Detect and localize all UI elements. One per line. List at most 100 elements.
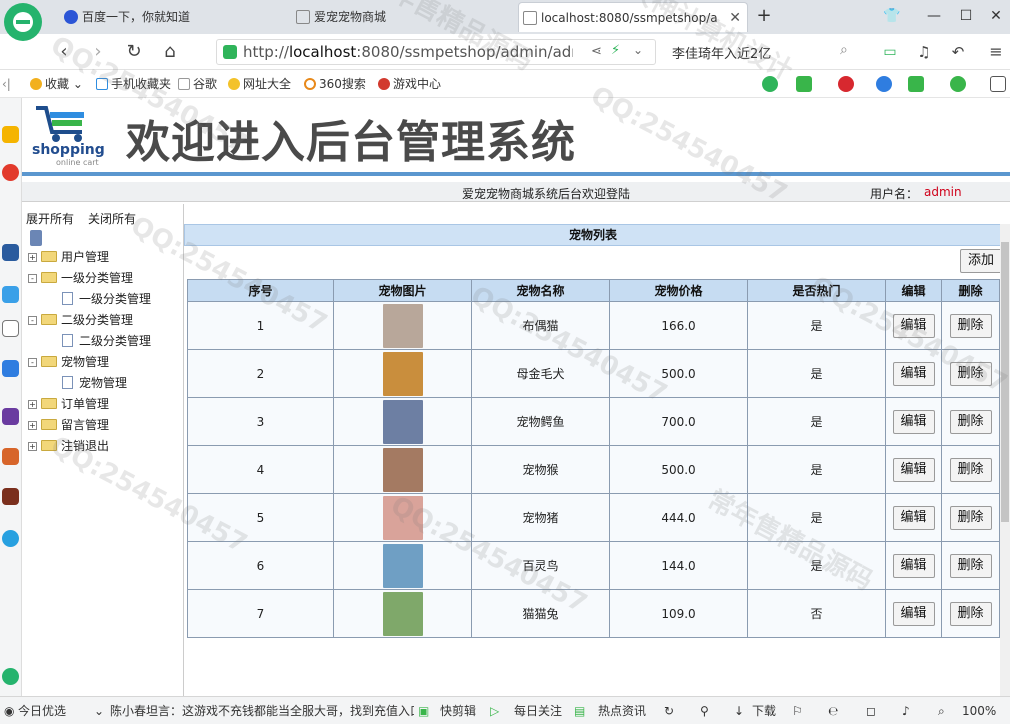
tree-node-label[interactable]: 二级分类管理: [61, 313, 133, 327]
skin-icon[interactable]: 👕: [880, 4, 904, 28]
edit-button[interactable]: 编辑: [892, 553, 935, 578]
tree-leaf-node[interactable]: 二级分类管理: [62, 332, 151, 350]
game-icon[interactable]: [2, 488, 19, 505]
tree-folder-node[interactable]: + 用户管理: [28, 248, 109, 266]
today-pick-icon[interactable]: ◉: [4, 703, 14, 719]
tree-node-label[interactable]: 二级分类管理: [79, 334, 151, 348]
maximize-icon[interactable]: ☐: [954, 4, 978, 28]
battery-icon[interactable]: ▭: [878, 40, 902, 64]
daily-label[interactable]: 每日关注: [514, 703, 562, 719]
undo-icon[interactable]: ↶: [946, 40, 970, 64]
refresh-icon[interactable]: ↻: [664, 703, 674, 719]
download-icon[interactable]: ↓: [734, 703, 744, 719]
edit-button[interactable]: 编辑: [892, 505, 935, 530]
edit-button[interactable]: 编辑: [892, 457, 935, 482]
new-tab-button[interactable]: +: [752, 4, 776, 28]
sidebar-toggle-icon[interactable]: ‹|: [2, 76, 11, 92]
expand-icon[interactable]: +: [28, 442, 37, 451]
tree-leaf-node[interactable]: 一级分类管理: [62, 290, 151, 308]
edit-button[interactable]: 编辑: [892, 361, 935, 386]
tree-node-label[interactable]: 订单管理: [61, 397, 109, 411]
app-icon[interactable]: [2, 408, 19, 425]
game-icon[interactable]: [2, 448, 19, 465]
tab-admin[interactable]: localhost:8080/ssmpetshop/a ✕: [518, 2, 748, 32]
download-label[interactable]: 下载: [752, 703, 776, 719]
scrollbar-thumb[interactable]: [1001, 242, 1009, 522]
tab-close-icon[interactable]: ✕: [729, 3, 741, 32]
edit-button[interactable]: 编辑: [892, 313, 935, 338]
delete-button[interactable]: 删除: [949, 457, 992, 482]
home-icon[interactable]: ⌂: [158, 40, 182, 64]
tree-node-label[interactable]: 留言管理: [61, 418, 109, 432]
tree-folder-node[interactable]: - 一级分类管理: [28, 269, 133, 287]
delete-button[interactable]: 删除: [949, 553, 992, 578]
gamepad-icon[interactable]: [908, 76, 924, 92]
share-icon[interactable]: ⋖: [591, 44, 602, 59]
bookmark-games[interactable]: 游戏中心: [378, 76, 441, 92]
tree-folder-node[interactable]: - 二级分类管理: [28, 311, 133, 329]
flag-icon[interactable]: ⚐: [792, 703, 803, 719]
tree-node-label[interactable]: 一级分类管理: [61, 271, 133, 285]
translate-icon[interactable]: [796, 76, 812, 92]
tree-folder-node[interactable]: + 注销退出: [28, 437, 109, 455]
clip-label[interactable]: 快剪辑: [440, 703, 476, 719]
search-box[interactable]: 李佳琦年入近2亿 ⌕: [664, 39, 864, 65]
back-icon[interactable]: ‹: [52, 40, 76, 64]
bookmark-hao[interactable]: 网址大全: [228, 76, 291, 92]
doc-icon[interactable]: [2, 320, 19, 337]
headphone-icon[interactable]: ♫: [912, 40, 936, 64]
address-bar[interactable]: http://localhost:8080/ssmpetshop/admin/a…: [216, 39, 656, 65]
zoom-icon[interactable]: ⌕: [938, 703, 945, 719]
weibo-icon[interactable]: [2, 164, 19, 181]
bookmark-360[interactable]: 360搜索: [304, 76, 366, 92]
screenshot-icon[interactable]: [838, 76, 854, 92]
close-window-icon[interactable]: ✕: [984, 4, 1008, 28]
collapse-icon[interactable]: -: [28, 358, 37, 367]
collapse-icon[interactable]: -: [28, 274, 37, 283]
window-icon[interactable]: ◻: [866, 703, 876, 719]
tree-leaf-node[interactable]: 宠物管理: [62, 374, 127, 392]
tree-node-label[interactable]: 用户管理: [61, 250, 109, 264]
reload-icon[interactable]: ↻: [122, 40, 146, 64]
bookmark-favorites[interactable]: 收藏 ⌄: [30, 76, 83, 92]
forward-icon[interactable]: ›: [86, 40, 110, 64]
chevron-down-icon[interactable]: ⌄: [94, 703, 104, 719]
tree-folder-node[interactable]: - 宠物管理: [28, 353, 109, 371]
add-pet-button[interactable]: 添加: [960, 249, 1002, 273]
message-icon[interactable]: [2, 360, 19, 377]
today-pick-label[interactable]: 今日优选: [18, 703, 66, 719]
zoom-level[interactable]: 100%: [962, 703, 996, 719]
grid-icon[interactable]: [990, 76, 1006, 92]
delete-button[interactable]: 删除: [949, 601, 992, 626]
star-icon[interactable]: [2, 126, 19, 143]
zoom-search-icon[interactable]: [876, 76, 892, 92]
tab-baidu[interactable]: 百度一下，你就知道: [60, 2, 280, 32]
yen-icon[interactable]: [950, 76, 966, 92]
search-icon[interactable]: ⌕: [840, 42, 848, 58]
speed-icon[interactable]: ⚲: [700, 703, 709, 719]
chevron-down-icon[interactable]: ⌄: [633, 43, 643, 57]
minimize-icon[interactable]: —: [922, 4, 946, 28]
page-scrollbar[interactable]: [1000, 224, 1010, 696]
bookmark-google[interactable]: 谷歌: [178, 76, 217, 92]
tree-folder-node[interactable]: + 留言管理: [28, 416, 109, 434]
collapse-icon[interactable]: -: [28, 316, 37, 325]
delete-button[interactable]: 删除: [949, 409, 992, 434]
speed-icon[interactable]: ⚡: [611, 43, 620, 58]
edit-button[interactable]: 编辑: [892, 409, 935, 434]
menu-icon[interactable]: ≡: [984, 40, 1008, 64]
delete-button[interactable]: 删除: [949, 505, 992, 530]
tree-node-label[interactable]: 宠物管理: [79, 376, 127, 390]
hot-news-label[interactable]: 热点资讯: [598, 703, 646, 719]
ie-icon[interactable]: ℮: [828, 703, 838, 719]
tree-node-label[interactable]: 一级分类管理: [79, 292, 151, 306]
delete-button[interactable]: 删除: [949, 313, 992, 338]
add-icon[interactable]: [2, 668, 19, 685]
bookmark-mobile[interactable]: 手机收藏夹: [96, 76, 171, 92]
tree-node-label[interactable]: 宠物管理: [61, 355, 109, 369]
expand-icon[interactable]: +: [28, 253, 37, 262]
play-icon[interactable]: ▷: [490, 703, 499, 719]
collapse-all-link[interactable]: 关闭所有: [88, 210, 136, 227]
tab-petshop[interactable]: 爱宠宠物商城: [292, 2, 512, 32]
news-icon[interactable]: ▤: [574, 703, 585, 719]
